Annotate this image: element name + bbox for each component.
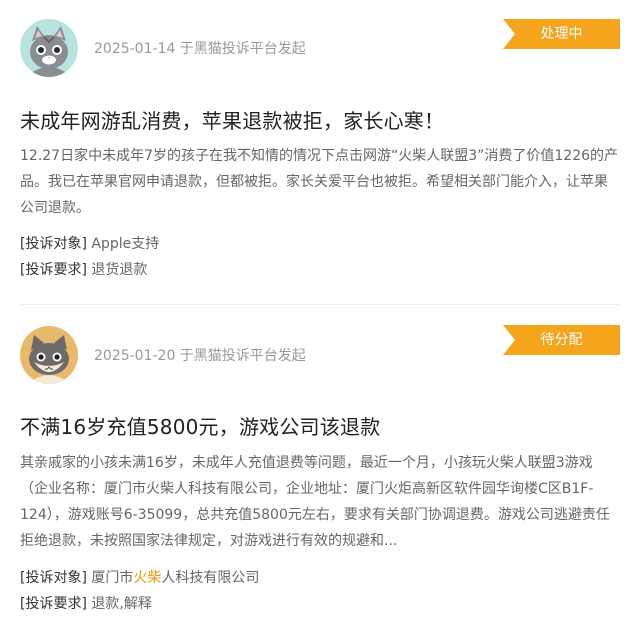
complaint-target: [投诉对象] Apple支持 <box>20 231 159 257</box>
status-badge: 待分配 <box>503 325 620 355</box>
request-label: [投诉要求] <box>20 596 87 612</box>
target-label: [投诉对象] <box>20 570 87 586</box>
status-badge: 处理中 <box>503 19 620 49</box>
submission-meta: 2025-01-14 于黑猫投诉平台发起 <box>94 41 306 57</box>
target-label: [投诉对象] <box>20 236 87 252</box>
target-value-prefix: 厦门市 <box>91 570 134 586</box>
complaint-description[interactable]: 12.27日家中未成年7岁的孩子在我不知情的情况下点击网游“火柴人联盟3”消费了… <box>20 143 620 221</box>
submission-meta: 2025-01-20 于黑猫投诉平台发起 <box>94 348 306 364</box>
complaint-description[interactable]: 其亲戚家的小孩未满16岁，未成年人充值退费等问题，最近一个月，小孩玩火柴人联盟3… <box>20 450 620 554</box>
target-value-highlight: 火柴 <box>133 570 162 586</box>
target-value-suffix: 人科技有限公司 <box>161 570 260 586</box>
complaint-target: [投诉对象] 厦门市火柴人科技有限公司 <box>20 565 259 591</box>
complaint-request: [投诉要求] 退款,解释 <box>20 591 152 617</box>
complaint-title[interactable]: 未成年网游乱消费，苹果退款被拒，家长心寒！ <box>20 105 444 134</box>
gray-cat-avatar[interactable] <box>20 326 78 384</box>
request-value: 退款,解释 <box>91 596 152 612</box>
complaint-card[interactable]: 2025-01-14 于黑猫投诉平台发起 处理中 未成年网游乱消费，苹果退款被拒… <box>20 0 620 304</box>
target-value[interactable]: Apple支持 <box>91 236 159 252</box>
request-label: [投诉要求] <box>20 262 87 278</box>
complaint-title[interactable]: 不满16岁充值5800元，游戏公司该退款 <box>20 411 380 440</box>
complaint-request: [投诉要求] 退货退款 <box>20 257 147 283</box>
gray-cat-avatar[interactable] <box>20 19 78 77</box>
complaint-card[interactable]: 2025-01-20 于黑猫投诉平台发起 待分配 不满16岁充值5800元，游戏… <box>20 304 620 633</box>
target-value[interactable]: 厦门市火柴人科技有限公司 <box>91 570 259 586</box>
request-value: 退货退款 <box>91 262 148 278</box>
